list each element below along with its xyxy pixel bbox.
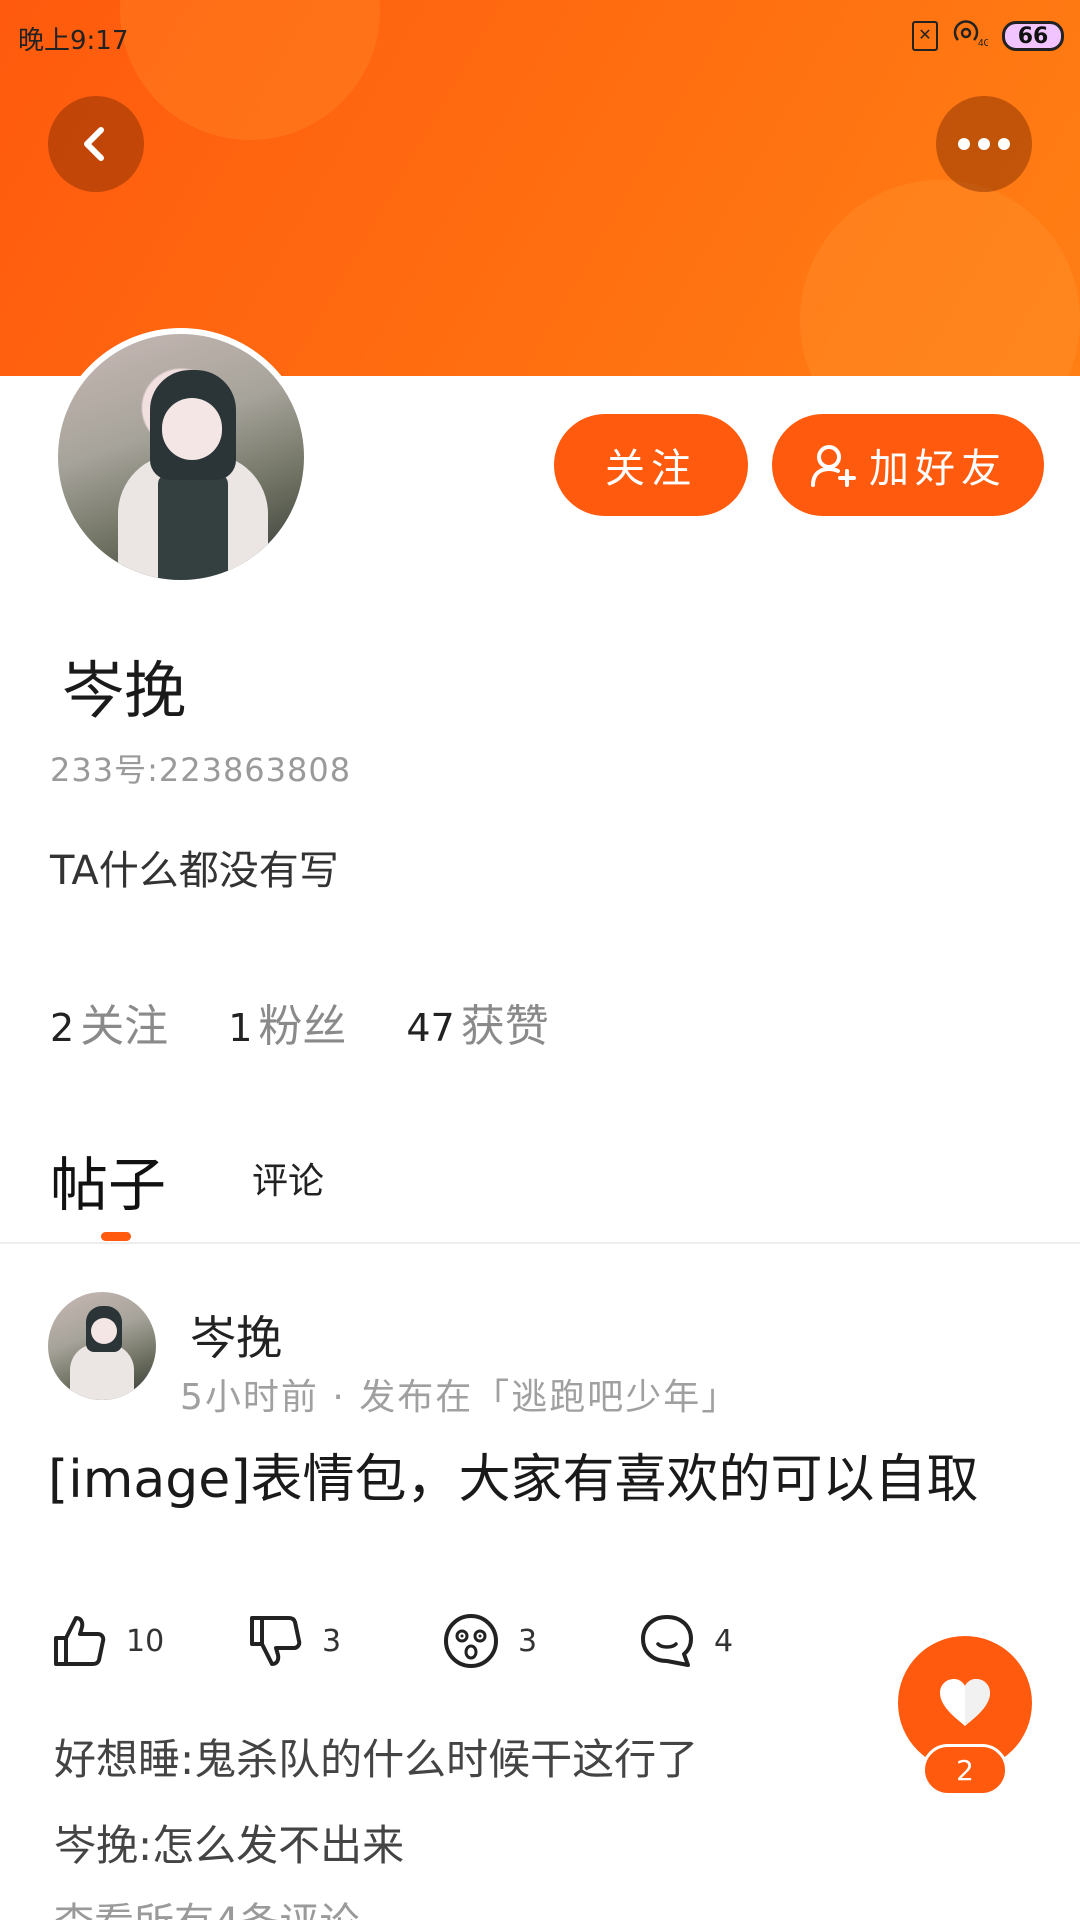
profile-avatar[interactable] xyxy=(52,328,310,586)
more-dots-icon xyxy=(958,138,1010,150)
post-meta: 5小时前 · 发布在「逃跑吧少年」 xyxy=(180,1377,740,1418)
post-text[interactable]: [image]表情包，大家有喜欢的可以自取 xyxy=(48,1448,1008,1512)
stat-likes: 47 获赞 xyxy=(406,990,548,1054)
post-author-name[interactable]: 岑挽 xyxy=(190,1302,282,1368)
post-author-avatar[interactable] xyxy=(48,1292,156,1400)
like-button[interactable]: 10 xyxy=(50,1612,246,1670)
stat-following[interactable]: 2 关注 xyxy=(50,990,168,1054)
status-time: 晚上9:17 xyxy=(18,26,129,56)
profile-bio: TA什么都没有写 xyxy=(50,848,339,894)
stat-likes-label: 获赞 xyxy=(460,1001,549,1052)
thumbs-down-icon xyxy=(250,1616,302,1666)
status-icons: ✕ 4G 66 xyxy=(912,18,1064,54)
dizzy-count: 3 xyxy=(518,1623,538,1659)
hotspot-icon: 4G xyxy=(952,18,992,54)
tab-posts[interactable]: 帖子 xyxy=(50,1138,166,1222)
comment-item[interactable]: 好想睡:鬼杀队的什么时候干这行了 xyxy=(54,1726,698,1787)
view-all-comments-link[interactable]: 查看所有4条评论 xyxy=(54,1890,359,1920)
comment-item[interactable]: 岑挽:怎么发不出来 xyxy=(54,1812,404,1873)
stat-followers-count: 1 xyxy=(228,1006,253,1050)
stat-followers-label: 粉丝 xyxy=(258,1001,347,1052)
comment-button[interactable]: 4 xyxy=(638,1612,834,1670)
chevron-left-icon xyxy=(84,127,104,161)
status-bar: 晚上9:17 ✕ 4G 66 xyxy=(0,0,1080,72)
profile-user-id: 233号:223863808 xyxy=(50,751,352,789)
profile-stats: 2 关注 1 粉丝 47 获赞 xyxy=(50,990,549,1054)
comment-count: 4 xyxy=(714,1623,734,1659)
dizzy-face-icon xyxy=(444,1614,498,1668)
header-decoration xyxy=(800,180,1080,376)
dizzy-reaction-button[interactable]: 3 xyxy=(442,1612,638,1670)
post-actions: 10 3 3 4 xyxy=(50,1612,834,1670)
battery-indicator: 66 xyxy=(1002,21,1064,51)
stat-followers[interactable]: 1 粉丝 xyxy=(228,990,346,1054)
like-count: 10 xyxy=(126,1623,165,1659)
dislike-button[interactable]: 3 xyxy=(246,1612,442,1670)
no-sim-icon: ✕ xyxy=(912,21,938,51)
profile-username: 岑挽 xyxy=(62,654,187,727)
comment-bubble-icon xyxy=(641,1615,693,1667)
svg-text:4G: 4G xyxy=(978,38,988,48)
dislike-count: 3 xyxy=(322,1623,342,1659)
stat-likes-count: 47 xyxy=(406,1006,455,1050)
tab-divider xyxy=(0,1242,1080,1244)
stat-following-count: 2 xyxy=(50,1006,75,1050)
heart-icon xyxy=(940,1679,990,1726)
tab-comments[interactable]: 评论 xyxy=(252,1152,324,1204)
back-button[interactable] xyxy=(48,96,144,192)
follow-button[interactable]: 关注 xyxy=(554,414,748,516)
active-tab-indicator xyxy=(101,1232,131,1241)
like-count-badge: 2 xyxy=(922,1744,1008,1796)
stat-following-label: 关注 xyxy=(80,1001,169,1052)
add-friend-label: 加好友 xyxy=(869,446,1007,492)
add-friend-button[interactable]: 加好友 xyxy=(772,414,1044,516)
more-options-button[interactable] xyxy=(936,96,1032,192)
add-user-icon xyxy=(811,445,856,487)
thumbs-up-icon xyxy=(54,1616,106,1666)
